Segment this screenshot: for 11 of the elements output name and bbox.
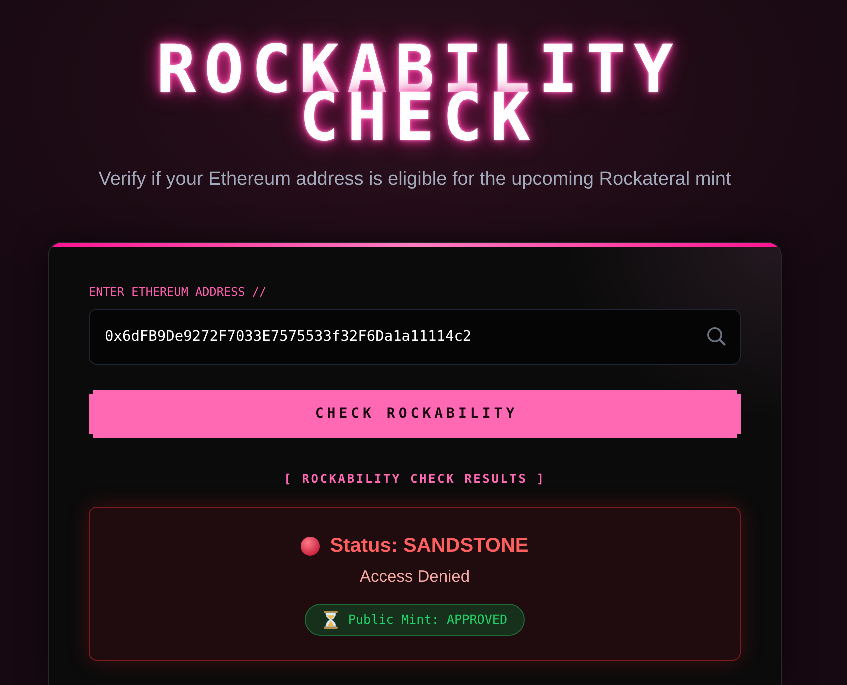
hourglass-icon: [324, 611, 338, 629]
results-heading: [ ROCKABILITY CHECK RESULTS ]: [284, 471, 546, 487]
page-subtitle: Verify if your Ethereum address is eligible for the upcoming Rockateral mint: [98, 168, 732, 192]
status-message: Access Denied: [360, 567, 470, 588]
mint-status-text: Public Mint: APPROVED: [348, 612, 508, 628]
check-button[interactable]: CHECK ROCKABILITY: [89, 390, 741, 438]
status-text: Status: SANDSTONE: [330, 534, 529, 559]
status-dot-icon: [301, 536, 320, 556]
address-label: ENTER ETHEREUM ADDRESS //: [89, 285, 268, 299]
search-icon[interactable]: [707, 327, 726, 346]
address-field[interactable]: 0x6dFB9De9272F7033E7575533f32F6Da1a11114c2: [89, 309, 741, 365]
